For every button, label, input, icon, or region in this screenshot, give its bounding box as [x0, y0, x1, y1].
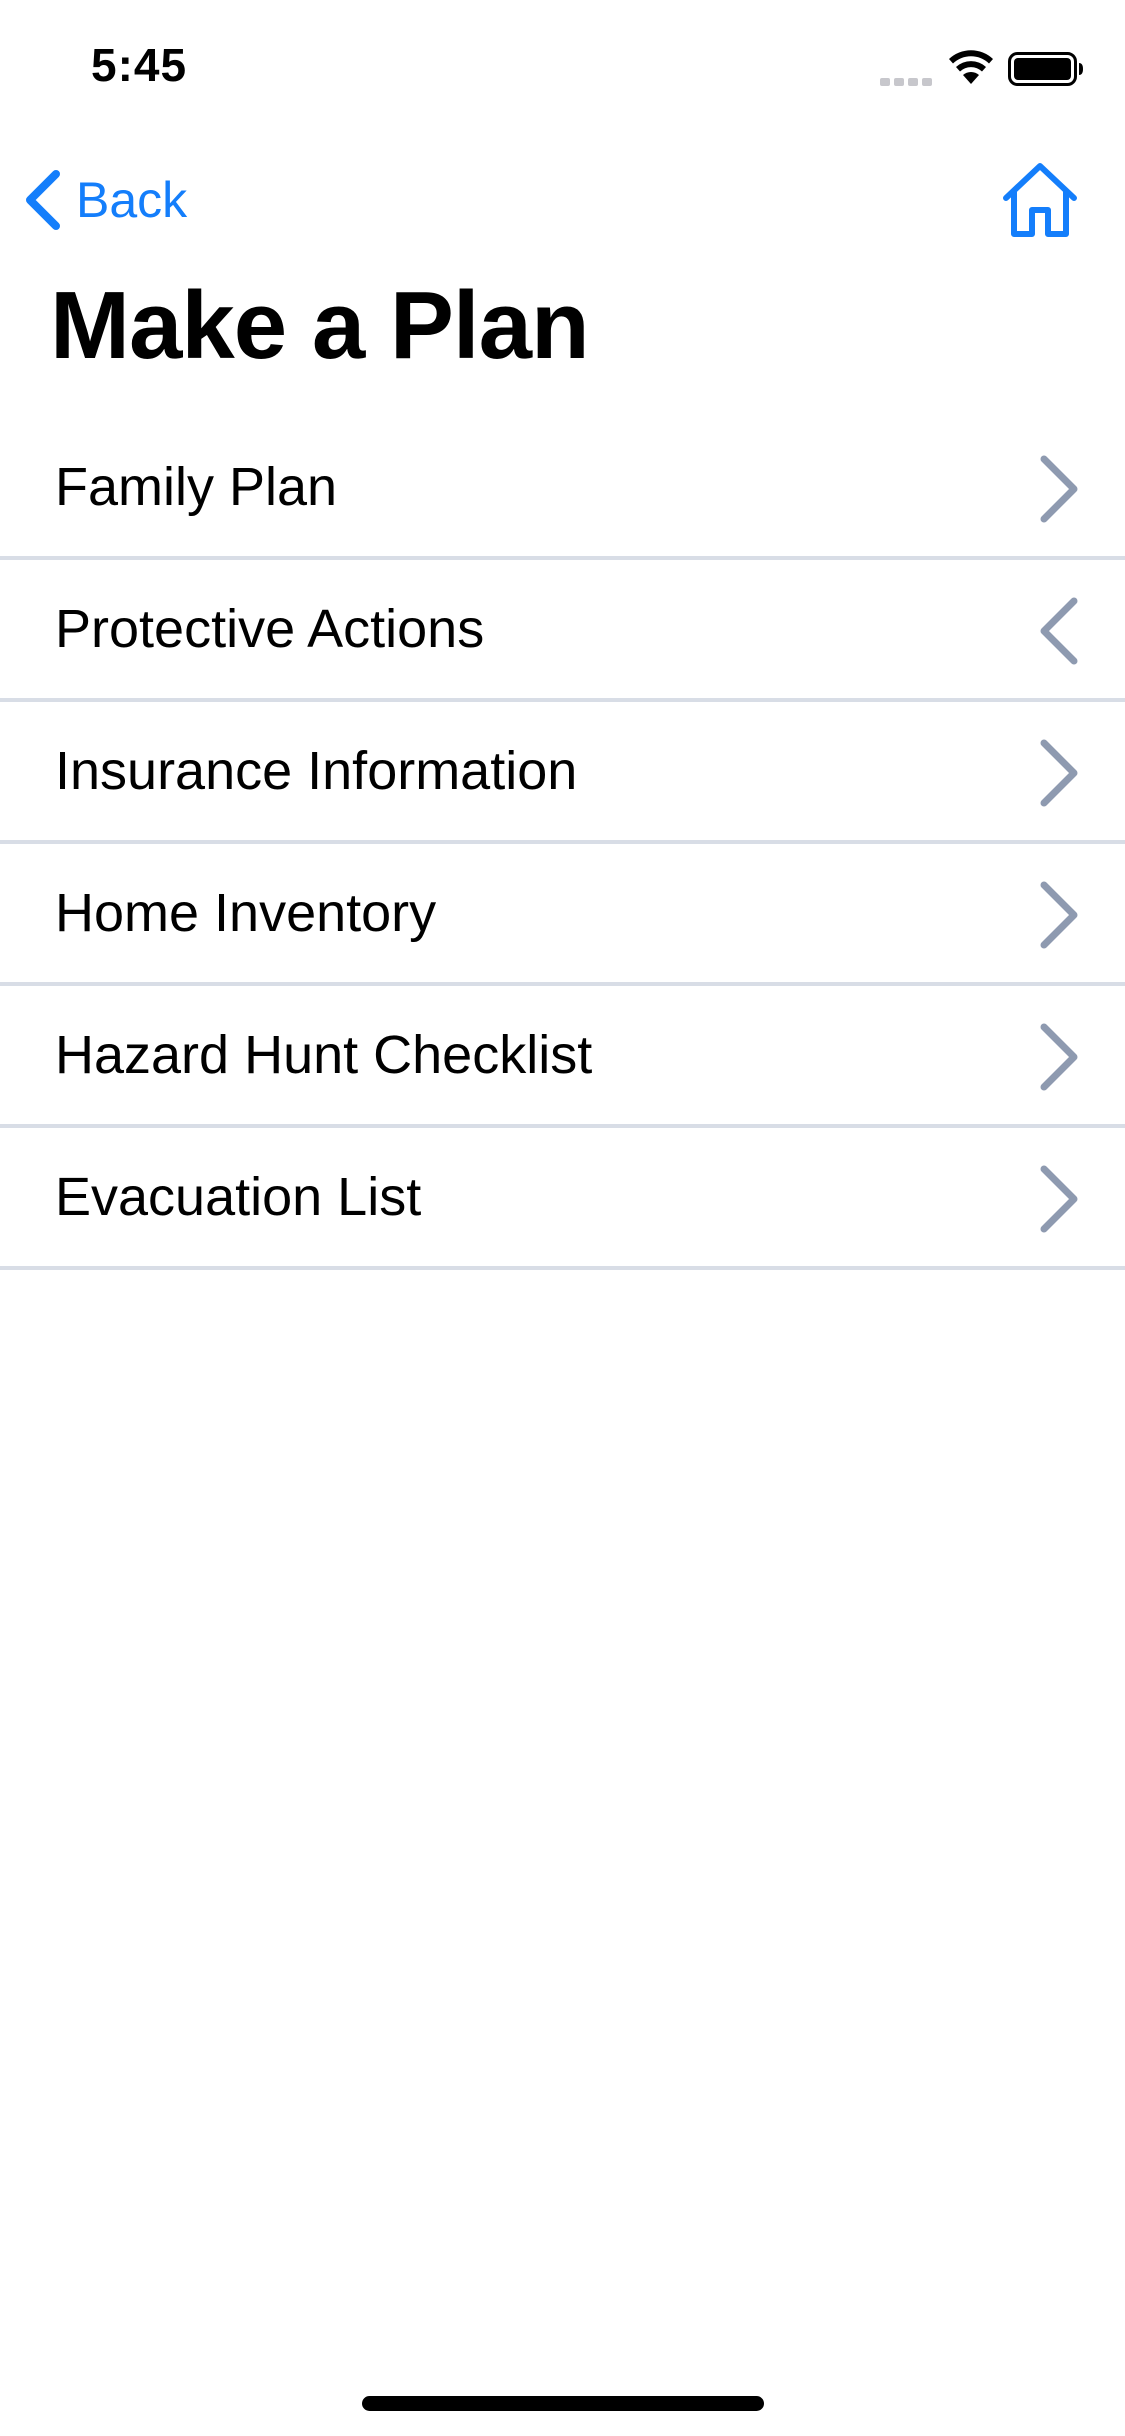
menu-item-protective-actions[interactable]: Protective Actions	[0, 560, 1125, 702]
battery-icon	[1008, 52, 1083, 86]
chevron-right-icon	[1040, 739, 1078, 807]
home-indicator[interactable]	[362, 2396, 764, 2411]
chevron-right-icon	[1040, 1165, 1078, 1233]
chevron-right-icon	[1040, 455, 1078, 523]
menu-item-label: Insurance Information	[55, 741, 578, 801]
chevron-right-icon	[1040, 1023, 1078, 1091]
home-icon[interactable]	[1000, 160, 1080, 240]
menu-item-home-inventory[interactable]: Home Inventory	[0, 844, 1125, 986]
menu-item-label: Evacuation List	[55, 1167, 422, 1227]
cellular-signal-icon	[880, 73, 936, 86]
plan-menu-list: Family Plan Protective Actions Insurance…	[0, 418, 1125, 1270]
chevron-right-icon	[1040, 881, 1078, 949]
menu-item-label: Protective Actions	[55, 599, 485, 659]
wifi-icon	[949, 50, 993, 84]
back-label: Back	[76, 172, 188, 228]
status-time: 5:45	[91, 39, 188, 91]
menu-item-hazard-hunt-checklist[interactable]: Hazard Hunt Checklist	[0, 986, 1125, 1128]
menu-item-family-plan[interactable]: Family Plan	[0, 418, 1125, 560]
navigation-bar: Back	[0, 140, 1125, 260]
menu-item-evacuation-list[interactable]: Evacuation List	[0, 1128, 1125, 1270]
menu-item-insurance-information[interactable]: Insurance Information	[0, 702, 1125, 844]
chevron-left-icon	[1040, 597, 1078, 665]
chevron-left-icon	[26, 170, 60, 230]
menu-item-label: Home Inventory	[55, 883, 437, 943]
page-title: Make a Plan	[50, 272, 590, 379]
status-bar: 5:45	[0, 0, 1125, 140]
menu-item-label: Family Plan	[55, 457, 338, 517]
back-button[interactable]: Back	[22, 165, 187, 235]
menu-item-label: Hazard Hunt Checklist	[55, 1025, 593, 1085]
